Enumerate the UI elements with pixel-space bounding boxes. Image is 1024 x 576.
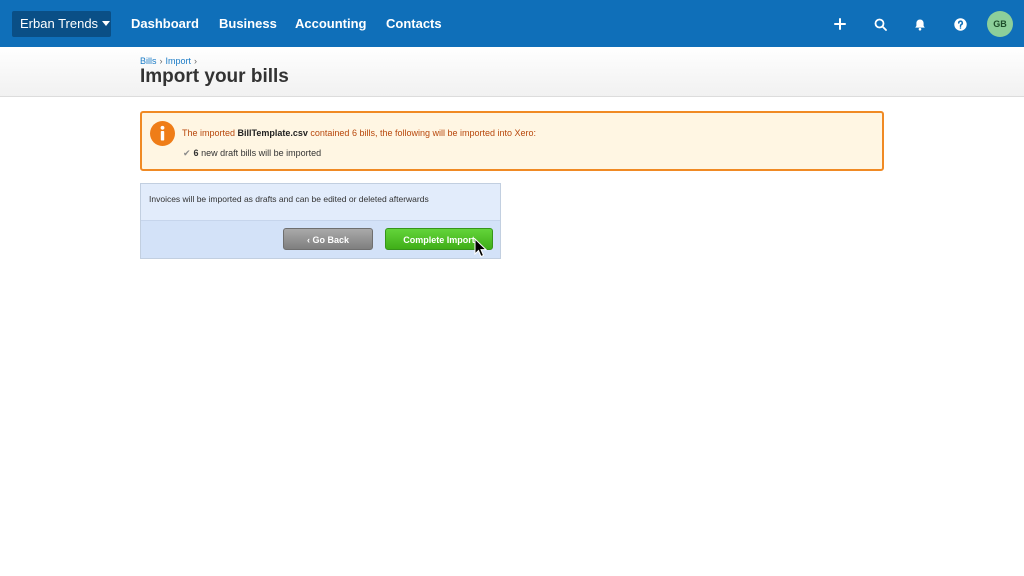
notice-prefix: The imported [182, 128, 238, 138]
complete-import-button[interactable]: Complete Import [385, 228, 493, 250]
import-confirmation-panel: Invoices will be imported as drafts and … [140, 183, 501, 259]
breadcrumb-bills[interactable]: Bills [140, 56, 157, 66]
import-filename: BillTemplate.csv [237, 128, 308, 138]
bell-icon[interactable] [910, 14, 930, 34]
breadcrumb-separator: › [194, 56, 198, 66]
check-icon: ✔ [183, 148, 191, 158]
top-navigation-bar: Erban Trends Dashboard Business Accounti… [0, 0, 1024, 47]
search-icon[interactable] [870, 14, 890, 34]
plus-icon[interactable] [830, 14, 850, 34]
import-summary-notice: The imported BillTemplate.csv contained … [140, 111, 884, 171]
organisation-name: Erban Trends [20, 16, 99, 31]
go-back-button[interactable]: ‹ Go Back [283, 228, 373, 250]
help-icon[interactable] [950, 14, 970, 34]
organisation-switcher[interactable]: Erban Trends [12, 11, 111, 37]
breadcrumb-separator: › [159, 56, 163, 66]
panel-actions: ‹ Go Back Complete Import [141, 220, 500, 258]
notice-message: The imported BillTemplate.csv contained … [182, 128, 536, 138]
breadcrumb-import[interactable]: Import [166, 56, 192, 66]
nav-dashboard[interactable]: Dashboard [131, 0, 199, 47]
breadcrumb: Bills › Import › [140, 56, 200, 66]
page-title: Import your bills [140, 66, 289, 87]
caret-down-icon [102, 21, 111, 26]
import-detail-text: new draft bills will be imported [198, 148, 322, 158]
nav-business[interactable]: Business [219, 0, 277, 47]
import-detail: ✔ 6 new draft bills will be imported [183, 148, 321, 159]
notice-suffix: contained 6 bills, the following will be… [307, 128, 537, 138]
import-info-message: Invoices will be imported as drafts and … [149, 194, 429, 204]
nav-accounting[interactable]: Accounting [295, 0, 367, 47]
info-icon [150, 121, 175, 146]
nav-contacts[interactable]: Contacts [386, 0, 442, 47]
avatar[interactable]: GB [987, 11, 1013, 37]
